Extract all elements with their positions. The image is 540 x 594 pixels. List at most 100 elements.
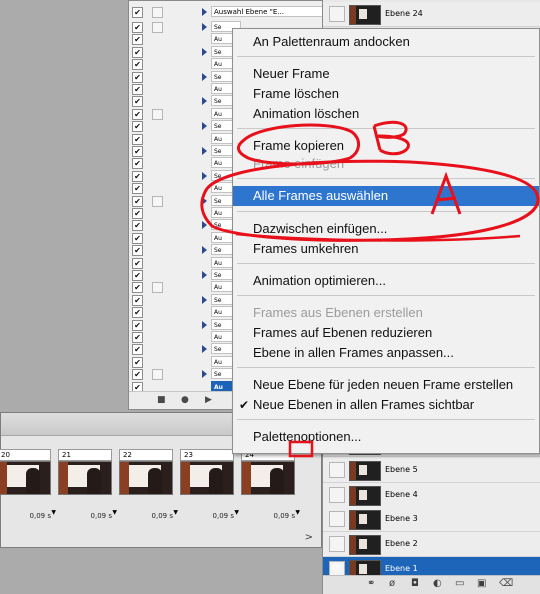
action-toggle-checkbox[interactable]: ✔: [132, 220, 143, 232]
action-toggle-checkbox[interactable]: ✔: [132, 108, 143, 120]
expand-triangle-icon[interactable]: [202, 320, 207, 329]
expand-triangle-icon[interactable]: [202, 345, 207, 354]
action-toggle-checkbox[interactable]: ✔: [132, 319, 143, 331]
expand-triangle-icon[interactable]: [202, 122, 207, 131]
action-toggle-checkbox[interactable]: ✔: [132, 257, 143, 269]
action-row[interactable]: ✔ Se: [129, 219, 241, 232]
expand-triangle-icon[interactable]: [202, 295, 207, 304]
action-toggle-checkbox[interactable]: ✔: [132, 96, 143, 108]
action-toggle-checkbox[interactable]: ✔: [132, 59, 143, 71]
menu-item[interactable]: Animation löschen: [233, 104, 539, 124]
animation-frame[interactable]: 24 0,09 s ▼: [241, 449, 300, 531]
dropdown-arrow-icon[interactable]: ▼: [295, 509, 300, 516]
action-toggle-checkbox[interactable]: ✔: [132, 307, 143, 319]
action-toggle-checkbox[interactable]: ✔: [132, 34, 143, 46]
expand-triangle-icon[interactable]: [202, 271, 207, 279]
scroll-right-icon[interactable]: >: [305, 532, 313, 543]
dropdown-arrow-icon[interactable]: ▼: [173, 509, 178, 516]
action-row[interactable]: ✔ Au: [129, 207, 241, 219]
visibility-toggle[interactable]: [329, 536, 345, 552]
action-row[interactable]: ✔ Se: [129, 21, 241, 33]
action-toggle-checkbox[interactable]: ✔: [132, 71, 143, 83]
menu-item[interactable]: An Palettenraum andocken: [233, 32, 539, 52]
action-row[interactable]: ✔ Se: [129, 318, 241, 331]
action-toggle-checkbox[interactable]: ✔: [132, 22, 143, 33]
layer-row[interactable]: Ebene 3: [323, 507, 540, 532]
action-toggle-checkbox[interactable]: ✔: [132, 332, 143, 343]
action-toggle-checkbox[interactable]: ✔: [132, 245, 143, 257]
menu-item[interactable]: Frame kopieren: [233, 136, 539, 156]
action-row[interactable]: ✔ Se: [129, 120, 241, 133]
action-toggle-checkbox[interactable]: ✔: [132, 232, 143, 244]
frame-thumbnail[interactable]: [58, 461, 112, 495]
menu-item[interactable]: Animation optimieren...: [233, 271, 539, 291]
action-dialog-checkbox[interactable]: [152, 369, 163, 381]
action-toggle-checkbox[interactable]: ✔: [132, 369, 143, 381]
action-row[interactable]: ✔ Au: [129, 107, 241, 120]
action-toggle-checkbox[interactable]: ✔: [132, 294, 143, 306]
action-row[interactable]: ✔ Au: [129, 281, 241, 294]
action-toggle-checkbox[interactable]: ✔: [132, 356, 143, 368]
action-label[interactable]: Auswahl Ebene "E...: [211, 6, 331, 17]
action-dialog-checkbox[interactable]: [152, 195, 163, 207]
action-dialog-checkbox[interactable]: [152, 7, 163, 18]
menu-item[interactable]: Neue Ebene für jeden neuen Frame erstell…: [233, 375, 539, 395]
action-toggle-checkbox[interactable]: ✔: [132, 158, 143, 170]
link-icon[interactable]: ⚭: [367, 578, 375, 589]
action-row[interactable]: ✔ Se: [129, 269, 241, 281]
action-dialog-checkbox[interactable]: [152, 22, 163, 33]
action-toggle-checkbox[interactable]: ✔: [132, 170, 143, 182]
action-row[interactable]: ✔ Auswahl Ebene "E...: [129, 6, 331, 18]
dropdown-arrow-icon[interactable]: ▼: [234, 509, 239, 516]
play-icon[interactable]: ▶: [205, 395, 212, 405]
expand-triangle-icon[interactable]: [202, 97, 207, 106]
action-dialog-checkbox[interactable]: [152, 108, 163, 120]
menu-item[interactable]: ✔ Neue Ebenen in allen Frames sichtbar: [233, 395, 539, 415]
menu-item[interactable]: Alle Frames auswählen: [233, 186, 539, 206]
action-row[interactable]: ✔ Se: [129, 244, 241, 257]
action-row[interactable]: ✔ Au: [129, 256, 241, 269]
frame-delay-dropdown[interactable]: 0,09 s: [91, 511, 112, 521]
frame-thumbnail[interactable]: [0, 461, 51, 495]
stop-icon[interactable]: ■: [157, 395, 166, 405]
expand-triangle-icon[interactable]: [202, 171, 207, 180]
action-toggle-checkbox[interactable]: ✔: [132, 183, 143, 195]
new-layer-icon[interactable]: ▣: [477, 578, 486, 589]
expand-triangle-icon[interactable]: [202, 72, 207, 81]
menu-item[interactable]: Frame löschen: [233, 84, 539, 104]
action-toggle-checkbox[interactable]: ✔: [132, 282, 143, 294]
animation-frame[interactable]: 21 0,09 s ▼: [58, 449, 117, 531]
expand-triangle-icon[interactable]: [202, 370, 207, 379]
action-row[interactable]: ✔ Se: [129, 368, 241, 381]
frame-delay-dropdown[interactable]: 0,09 s: [152, 511, 173, 521]
action-toggle-checkbox[interactable]: ✔: [132, 46, 143, 58]
menu-item[interactable]: Ebene in allen Frames anpassen...: [233, 343, 539, 363]
menu-item[interactable]: Neuer Frame: [233, 64, 539, 84]
expand-triangle-icon[interactable]: [202, 23, 207, 31]
action-row[interactable]: ✔ Au: [129, 355, 241, 368]
expand-triangle-icon[interactable]: [202, 246, 207, 255]
dropdown-arrow-icon[interactable]: ▼: [112, 509, 117, 516]
action-toggle-checkbox[interactable]: ✔: [132, 270, 143, 281]
action-toggle-checkbox[interactable]: ✔: [132, 195, 143, 207]
action-row[interactable]: ✔ Se: [129, 194, 241, 207]
frame-thumbnail[interactable]: [241, 461, 295, 495]
mask-icon[interactable]: ◘: [411, 578, 419, 589]
action-row[interactable]: ✔ Se: [129, 293, 241, 306]
expand-triangle-icon[interactable]: [202, 47, 207, 56]
action-row[interactable]: ✔ Au: [129, 132, 241, 145]
action-toggle-checkbox[interactable]: ✔: [132, 84, 143, 95]
expand-triangle-icon[interactable]: [202, 221, 207, 230]
action-toggle-checkbox[interactable]: ✔: [132, 146, 143, 157]
action-row[interactable]: ✔ Se: [129, 145, 241, 157]
layer-row[interactable]: Ebene 5: [323, 458, 540, 483]
frame-thumbnail[interactable]: [119, 461, 173, 495]
action-row[interactable]: ✔ Au: [129, 33, 241, 46]
frame-delay-dropdown[interactable]: 0,09 s: [274, 511, 295, 521]
action-row[interactable]: ✔ Se: [129, 169, 241, 182]
layer-row[interactable]: Ebene 2: [323, 532, 540, 557]
menu-item[interactable]: Frames umkehren: [233, 239, 539, 259]
action-row[interactable]: ✔ Au: [129, 157, 241, 170]
frame-delay-dropdown[interactable]: 0,09 s: [30, 511, 51, 521]
dropdown-arrow-icon[interactable]: ▼: [51, 509, 56, 516]
